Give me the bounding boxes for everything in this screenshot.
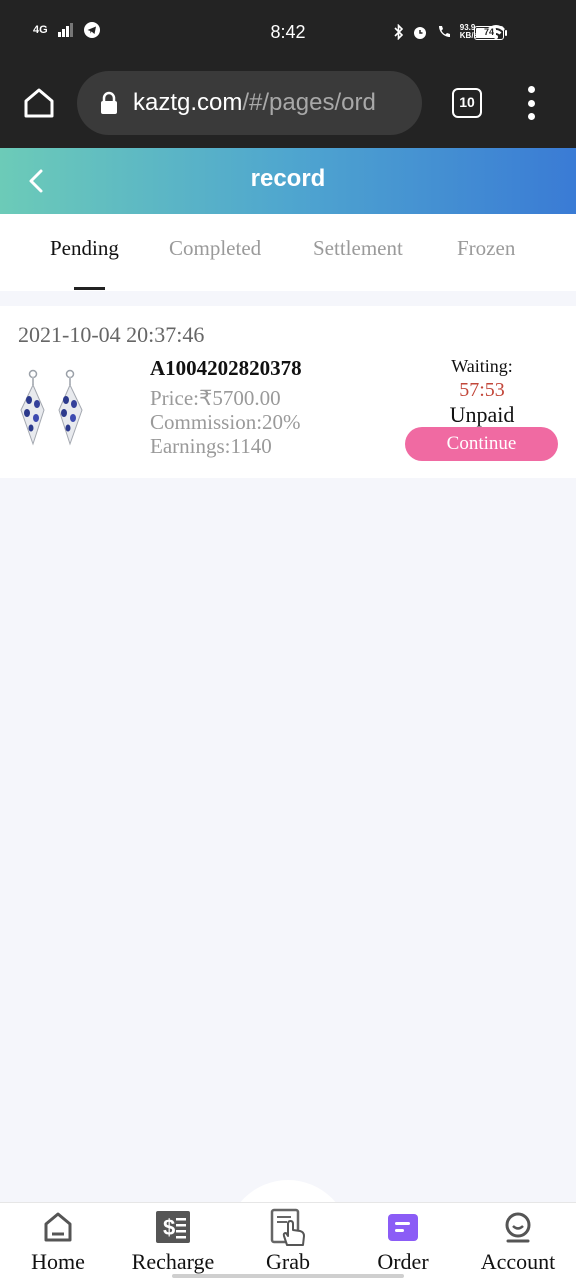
order-id: A1004202820378 [150, 356, 302, 380]
payment-status: Unpaid [449, 402, 515, 427]
nav-order-label: Order [377, 1249, 429, 1274]
order-price: Price:₹5700.00 [150, 386, 281, 410]
nav-home-label: Home [31, 1249, 85, 1274]
call-icon [438, 26, 450, 37]
tab-bar: Pending Completed Settlement Frozen [0, 214, 576, 291]
account-icon [505, 1212, 531, 1243]
product-image [20, 369, 83, 446]
url-text: kaztg.com/#/pages/ord [133, 89, 376, 117]
continue-button[interactable]: Continue [405, 427, 558, 461]
order-commission: Commission:20% [150, 410, 301, 434]
gesture-bar [172, 1274, 404, 1278]
tab-completed[interactable]: Completed [169, 236, 261, 261]
address-bar[interactable]: kaztg.com/#/pages/ord [77, 71, 422, 135]
nav-order[interactable]: Order [348, 1208, 458, 1275]
page-title: record [250, 165, 326, 192]
order-card[interactable]: 2021-10-04 20:37:46 A1004202820378 Price… [0, 306, 576, 478]
nav-recharge[interactable]: $ Recharge [118, 1208, 228, 1275]
tab-pending[interactable]: Pending [50, 236, 119, 261]
nav-account-label: Account [480, 1249, 556, 1274]
url-domain: kaztg.com [133, 89, 243, 116]
browser-toolbar: kaztg.com/#/pages/ord 10 [0, 66, 576, 148]
url-path: /#/pages/ord [242, 89, 376, 116]
order-time: 2021-10-04 20:37:46 [18, 322, 205, 347]
waiting-label: Waiting: [451, 356, 513, 376]
page-header: record [0, 148, 576, 214]
order-icon [388, 1214, 418, 1241]
tab-frozen[interactable]: Frozen [457, 236, 515, 261]
nav-grab[interactable]: Grab [233, 1208, 343, 1275]
order-earnings: Earnings:1140 [150, 434, 272, 458]
home-icon [44, 1212, 72, 1242]
tab-switcher-button[interactable]: 10 [452, 88, 482, 118]
battery-level: 74 [483, 27, 494, 37]
alarm-icon [413, 27, 426, 39]
nav-home[interactable]: Home [3, 1208, 113, 1275]
svg-text:$: $ [163, 1215, 175, 1240]
earring-left [20, 369, 45, 446]
recharge-icon: $ [156, 1211, 190, 1243]
lock-icon [101, 91, 117, 114]
status-bar: 4G 8:42 93.9 KB/s 74 [0, 0, 576, 66]
browser-home-icon[interactable] [22, 86, 56, 120]
nav-grab-label: Grab [266, 1249, 310, 1274]
nav-account[interactable]: Account [463, 1208, 573, 1275]
active-tab-indicator [74, 287, 105, 290]
bluetooth-icon [394, 24, 403, 40]
countdown-timer: 57:53 [459, 379, 505, 401]
browser-menu-icon[interactable] [524, 86, 538, 120]
battery-icon: 74 [474, 26, 507, 40]
nav-recharge-label: Recharge [131, 1249, 215, 1274]
tab-settlement[interactable]: Settlement [313, 236, 403, 261]
grab-icon [270, 1208, 305, 1246]
earring-right [58, 369, 83, 446]
